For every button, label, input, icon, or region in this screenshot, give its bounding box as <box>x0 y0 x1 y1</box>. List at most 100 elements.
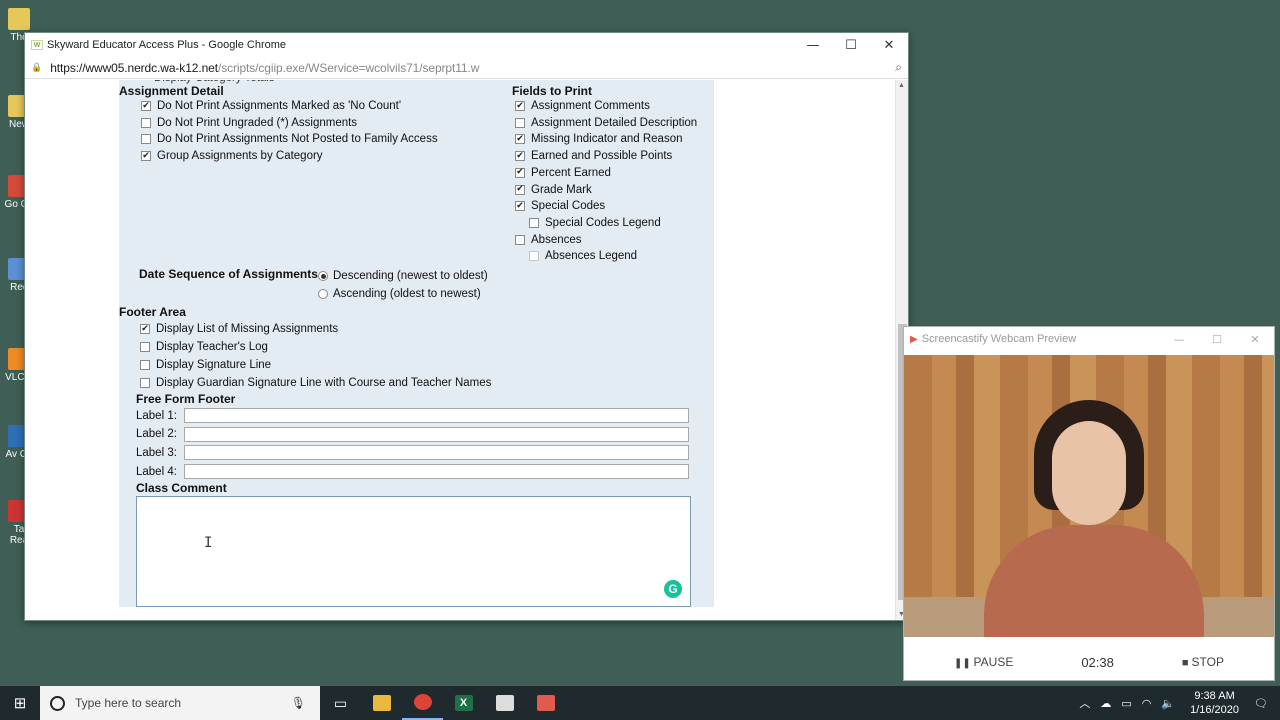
checkbox-label: Grade Mark <box>531 183 592 196</box>
video-body <box>984 525 1204 637</box>
assignment-detail-option[interactable]: Do Not Print Ungraded (*) Assignments <box>141 117 357 129</box>
webcam-titlebar[interactable]: ▶ Screencastify Webcam Preview — ☐ ✕ <box>904 327 1274 351</box>
checkbox-label: Assignment Detailed Description <box>531 116 698 129</box>
skyward-favicon-icon: W <box>31 40 43 50</box>
fields-to-print-option[interactable]: ✔ Assignment Comments <box>515 100 650 112</box>
minimize-button[interactable]: — <box>794 38 832 53</box>
microphone-icon[interactable]: 🎙 <box>291 696 306 710</box>
footer-area-option[interactable]: Display Guardian Signature Line with Cou… <box>140 377 491 389</box>
checkbox[interactable]: ✔ <box>141 151 151 162</box>
screencastify-icon[interactable] <box>525 686 566 720</box>
checkbox[interactable]: ✔ <box>515 201 525 212</box>
checkbox[interactable] <box>140 360 150 370</box>
checkbox[interactable] <box>141 134 151 145</box>
footer-label-row: Label 1: <box>136 408 689 423</box>
wifi-icon[interactable]: ◠ <box>1142 697 1152 710</box>
fields-to-print-option[interactable]: ✔ Grade Mark <box>515 184 592 196</box>
fields-to-print-option[interactable]: Special Codes Legend <box>529 217 661 229</box>
lock-icon[interactable]: 🔒 <box>31 62 42 73</box>
fields-to-print-option[interactable]: ✔ Percent Earned <box>515 167 611 179</box>
close-button[interactable]: ✕ <box>870 38 908 53</box>
webcam-minimize-button[interactable]: — <box>1160 333 1198 346</box>
checkbox-label: Display Teacher's Log <box>156 341 268 353</box>
free-form-footer-heading: Free Form Footer <box>136 392 236 406</box>
onedrive-icon[interactable]: ☁ <box>1100 697 1111 710</box>
fields-to-print-option[interactable]: ✔ Missing Indicator and Reason <box>515 133 683 145</box>
file-explorer-icon[interactable] <box>361 686 402 720</box>
maximize-button[interactable]: ☐ <box>832 38 870 53</box>
footer-label-input[interactable] <box>184 445 689 461</box>
radio-button[interactable] <box>318 271 328 281</box>
assignment-detail-option[interactable]: ✔ Group Assignments by Category <box>141 150 323 162</box>
checkbox[interactable] <box>515 117 525 128</box>
taskbar-search[interactable]: Type here to search 🎙 <box>40 686 320 720</box>
webcam-close-button[interactable]: ✕ <box>1236 333 1274 346</box>
search-placeholder: Type here to search <box>75 696 182 710</box>
footer-label-text: Label 4: <box>136 465 177 478</box>
footer-area-option[interactable]: ✔ Display List of Missing Assignments <box>140 323 338 335</box>
address-bar[interactable]: 🔒 https://www05.nerdc.wa-k12.net/scripts… <box>25 57 908 79</box>
checkbox[interactable] <box>515 234 525 245</box>
notifications-icon[interactable]: 🗨 <box>1254 697 1268 710</box>
checkbox[interactable] <box>141 117 151 128</box>
recording-time: 02:38 <box>1081 654 1114 670</box>
radio-button[interactable] <box>318 289 328 299</box>
checkbox[interactable] <box>529 251 539 262</box>
checkbox-label: Display Signature Line <box>156 359 272 371</box>
excel-icon[interactable]: X <box>443 686 484 720</box>
task-view-glyph: ▭ <box>333 694 348 711</box>
fields-to-print-option[interactable]: ✔ Earned and Possible Points <box>515 150 672 162</box>
tray-chevron-icon[interactable]: ︿ <box>1079 695 1090 711</box>
fields-to-print-option[interactable]: Absences <box>515 234 582 246</box>
checkbox[interactable] <box>140 342 150 352</box>
pause-button[interactable]: PAUSE <box>954 655 1014 669</box>
date-sequence-option[interactable]: Ascending (oldest to newest) <box>318 288 481 300</box>
footer-area-option[interactable]: Display Signature Line <box>140 359 271 371</box>
battery-icon[interactable]: ▭ <box>1121 697 1131 710</box>
checkbox[interactable]: ✔ <box>515 134 525 145</box>
fields-to-print-option[interactable]: Absences Legend <box>529 250 637 262</box>
checkbox[interactable]: ✔ <box>141 101 151 111</box>
footer-label-row: Label 2: <box>136 426 689 442</box>
zoom-icon[interactable]: ⌕ <box>895 60 902 75</box>
footer-area-option[interactable]: Display Teacher's Log <box>140 341 268 353</box>
checkbox-label: Assignment Comments <box>531 100 650 112</box>
task-view-icon[interactable]: ▭ <box>320 686 361 720</box>
scroll-up-icon[interactable]: ▲ <box>898 82 905 89</box>
taskbar-clock[interactable]: 9:38 AM 1/16/2020 <box>1190 689 1239 717</box>
fields-to-print-option[interactable]: ✔ Special Codes <box>515 200 605 212</box>
footer-label-input[interactable] <box>184 464 689 480</box>
volume-icon[interactable]: 🔈 <box>1161 697 1175 710</box>
checkbox[interactable]: ✔ <box>515 184 525 195</box>
clock-date: 1/16/2020 <box>1190 704 1240 716</box>
assignment-detail-option[interactable]: Do Not Print Assignments Not Posted to F… <box>141 133 438 145</box>
cortana-icon[interactable] <box>50 695 65 711</box>
webcam-maximize-button[interactable]: ☐ <box>1198 333 1236 346</box>
checkbox[interactable]: ✔ <box>515 101 525 111</box>
assignment-detail-option[interactable]: ✔ Do Not Print Assignments Marked as 'No … <box>141 100 401 112</box>
footer-label-input[interactable] <box>184 408 689 423</box>
checkbox-label: Do Not Print Assignments Not Posted to F… <box>157 133 438 146</box>
date-sequence-heading: Date Sequence of Assignments <box>139 267 318 281</box>
text-cursor-icon: I <box>204 535 213 551</box>
photos-glyph <box>495 695 514 711</box>
checkbox[interactable]: ✔ <box>140 324 150 334</box>
windows-start-icon[interactable]: ⊞ <box>0 686 40 720</box>
stop-button[interactable]: STOP <box>1182 655 1224 669</box>
checkbox[interactable]: ✔ <box>515 151 525 162</box>
browser-titlebar[interactable]: W Skyward Educator Access Plus - Google … <box>25 33 908 57</box>
checkbox-label: Special Codes Legend <box>545 216 661 229</box>
date-sequence-option[interactable]: Descending (newest to oldest) <box>318 270 488 282</box>
checkbox[interactable]: ✔ <box>515 167 525 178</box>
url-text[interactable]: https://www05.nerdc.wa-k12.net/scripts/c… <box>50 61 895 75</box>
chrome-icon[interactable] <box>402 686 443 720</box>
photos-icon[interactable] <box>484 686 525 720</box>
class-comment-textarea[interactable]: IG <box>136 496 691 607</box>
checkbox[interactable] <box>140 378 150 388</box>
recording-controls: PAUSE 02:38 STOP <box>904 645 1274 679</box>
footer-label-text: Label 3: <box>136 446 177 459</box>
checkbox[interactable] <box>529 217 539 228</box>
grammarly-icon[interactable]: G <box>664 580 682 598</box>
fields-to-print-option[interactable]: Assignment Detailed Description <box>515 117 697 129</box>
footer-label-input[interactable] <box>184 426 689 442</box>
